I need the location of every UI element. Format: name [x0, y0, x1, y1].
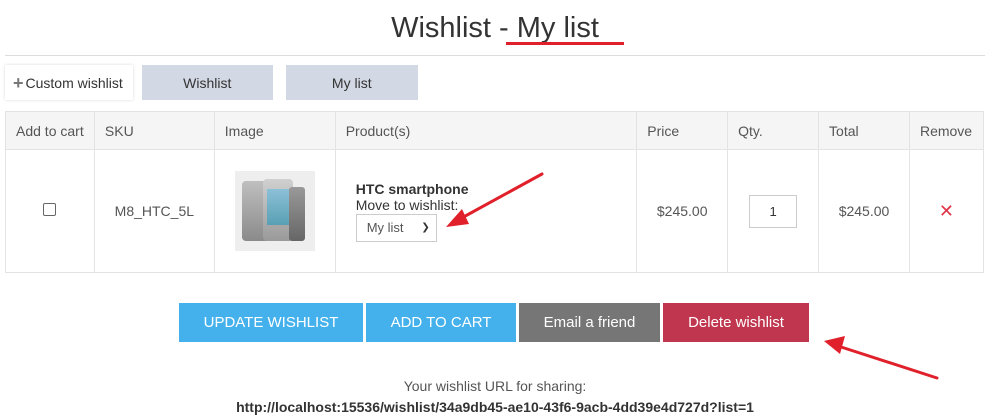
move-to-wishlist-value: My list	[366, 220, 404, 235]
remove-cell: ✕	[908, 149, 985, 273]
divider	[5, 55, 985, 56]
price-cell: $245.00	[636, 149, 729, 273]
page-title-list-name: My list	[516, 12, 599, 44]
quantity-input[interactable]: 1	[749, 194, 798, 228]
header-qty: Qty.	[727, 111, 820, 150]
tab-wishlist[interactable]: Wishlist	[141, 65, 273, 100]
table-row: M8_HTC_5L HTC smartphone Move to wishlis…	[5, 149, 985, 273]
wishlist-table: Add to cart SKU Image Product(s) Price Q…	[5, 111, 985, 273]
header-image: Image	[213, 111, 336, 150]
move-to-wishlist-label: Move to wishlist:	[355, 196, 459, 213]
add-to-cart-button[interactable]: ADD TO CART	[366, 303, 516, 342]
share-label: Your wishlist URL for sharing:	[403, 378, 587, 394]
header-products: Product(s)	[334, 111, 638, 150]
product-name-link[interactable]: HTC smartphone	[356, 181, 637, 197]
delete-wishlist-button[interactable]: Delete wishlist	[663, 303, 809, 342]
sku-cell: M8_HTC_5L	[93, 149, 215, 273]
tab-my-list[interactable]: My list	[285, 65, 418, 100]
total-cell: $245.00	[818, 149, 910, 273]
header-total: Total	[818, 111, 910, 150]
custom-wishlist-label: Custom wishlist	[25, 74, 123, 91]
image-cell	[213, 149, 336, 273]
wishlist-actions: UPDATE WISHLIST ADD TO CART Email a frie…	[179, 303, 812, 342]
plus-icon: +	[13, 72, 24, 93]
wishlist-tabs: + Custom wishlist Wishlist My list	[5, 65, 431, 100]
email-friend-button[interactable]: Email a friend	[519, 303, 660, 342]
header-add-to-cart: Add to cart	[5, 111, 95, 150]
move-to-wishlist-select[interactable]: My list ❯	[355, 213, 437, 242]
chevron-down-icon: ❯	[421, 222, 430, 233]
page-title: Wishlist - My list	[0, 10, 990, 46]
annotation-arrowhead-delete	[824, 336, 845, 354]
product-cell: HTC smartphone Move to wishlist: My list…	[334, 149, 638, 273]
table-header-row: Add to cart SKU Image Product(s) Price Q…	[5, 111, 985, 150]
add-to-cart-checkbox[interactable]	[43, 203, 57, 216]
header-price: Price	[636, 111, 729, 150]
header-sku: SKU	[93, 111, 215, 150]
header-remove: Remove	[908, 111, 985, 150]
update-wishlist-button[interactable]: UPDATE WISHLIST	[179, 303, 363, 342]
close-icon[interactable]: ✕	[939, 201, 954, 221]
qty-cell: 1	[727, 149, 820, 273]
annotation-arrow-delete	[836, 344, 939, 380]
page-title-prefix: Wishlist -	[391, 12, 517, 44]
annotation-underline	[506, 42, 624, 45]
htc-smartphone-image[interactable]	[234, 171, 315, 251]
custom-wishlist-button[interactable]: + Custom wishlist	[5, 65, 133, 100]
share-url[interactable]: http://localhost:15536/wishlist/34a9db45…	[0, 399, 990, 415]
add-to-cart-cell	[5, 149, 95, 273]
